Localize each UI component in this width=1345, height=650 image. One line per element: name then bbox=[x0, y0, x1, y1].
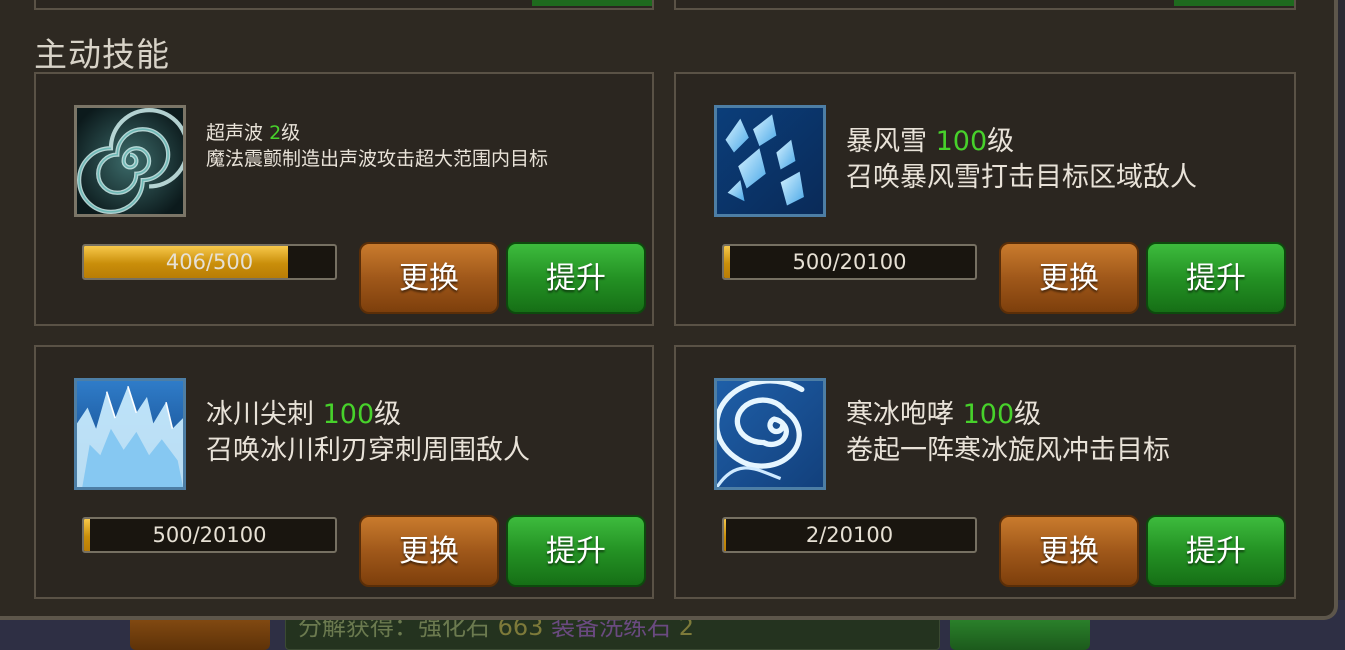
skill-level-suffix: 级 bbox=[987, 126, 1015, 157]
skill-progress-bar: 500/20100 bbox=[82, 517, 337, 553]
swap-button[interactable]: 更换 bbox=[359, 515, 499, 587]
skill-description: 召唤冰川利刃穿刺周围敌人 bbox=[206, 435, 530, 466]
skill-level-suffix: 级 bbox=[374, 399, 402, 430]
skill-level: 100 bbox=[962, 399, 1015, 430]
skill-card: 超声波 2级 魔法震颤制造出声波攻击超大范围内目标 406/500 更换 提升 bbox=[34, 72, 654, 326]
top-card-right bbox=[674, 0, 1296, 10]
swap-button[interactable]: 更换 bbox=[359, 242, 499, 314]
skill-name: 超声波 bbox=[206, 122, 264, 144]
progress-text: 500/20100 bbox=[792, 250, 907, 274]
upgrade-button[interactable]: 提升 bbox=[506, 242, 646, 314]
skill-name: 寒冰咆哮 bbox=[846, 399, 954, 430]
skill-info: 寒冰咆哮 100级 卷起一阵寒冰旋风冲击目标 bbox=[846, 397, 1170, 469]
upgrade-button[interactable]: 提升 bbox=[1146, 515, 1286, 587]
skill-level: 2 bbox=[269, 122, 282, 144]
swap-button[interactable]: 更换 bbox=[999, 515, 1139, 587]
progress-text: 500/20100 bbox=[152, 523, 267, 547]
top-card-left bbox=[34, 0, 654, 10]
skill-card: 暴风雪 100级 召唤暴风雪打击目标区域敌人 500/20100 更换 提升 bbox=[674, 72, 1296, 326]
skill-panel: 主动技能 超声波 2级 魔法震颤制造出声波攻击超大范围内目标 406/500 更… bbox=[0, 0, 1338, 620]
section-title: 主动技能 bbox=[34, 35, 170, 74]
skill-level: 100 bbox=[322, 399, 375, 430]
sonic-wave-icon bbox=[74, 105, 186, 217]
swap-button[interactable]: 更换 bbox=[999, 242, 1139, 314]
skill-name: 暴风雪 bbox=[846, 126, 927, 157]
skill-level-suffix: 级 bbox=[1014, 399, 1042, 430]
frost-roar-icon bbox=[714, 378, 826, 490]
skill-level: 100 bbox=[935, 126, 988, 157]
glacier-spike-icon bbox=[74, 378, 186, 490]
skill-card: 冰川尖刺 100级 召唤冰川利刃穿刺周围敌人 500/20100 更换 提升 bbox=[34, 345, 654, 599]
skill-description: 魔法震颤制造出声波攻击超大范围内目标 bbox=[206, 148, 549, 170]
skill-name: 冰川尖刺 bbox=[206, 399, 314, 430]
skill-description: 召唤暴风雪打击目标区域敌人 bbox=[846, 162, 1197, 193]
progress-text: 2/20100 bbox=[805, 523, 894, 547]
progress-text: 406/500 bbox=[165, 250, 254, 274]
skill-progress-bar: 500/20100 bbox=[722, 244, 977, 280]
skill-card: 寒冰咆哮 100级 卷起一阵寒冰旋风冲击目标 2/20100 更换 提升 bbox=[674, 345, 1296, 599]
skill-info: 冰川尖刺 100级 召唤冰川利刃穿刺周围敌人 bbox=[206, 397, 530, 469]
skill-info: 暴风雪 100级 召唤暴风雪打击目标区域敌人 bbox=[846, 124, 1197, 196]
skill-level-suffix: 级 bbox=[281, 122, 301, 144]
blizzard-icon bbox=[714, 105, 826, 217]
skill-info: 超声波 2级 魔法震颤制造出声波攻击超大范围内目标 bbox=[206, 120, 576, 172]
skill-progress-bar: 2/20100 bbox=[722, 517, 977, 553]
upgrade-button[interactable]: 提升 bbox=[506, 515, 646, 587]
skill-progress-bar: 406/500 bbox=[82, 244, 337, 280]
upgrade-button[interactable]: 提升 bbox=[1146, 242, 1286, 314]
skill-description: 卷起一阵寒冰旋风冲击目标 bbox=[846, 435, 1170, 466]
